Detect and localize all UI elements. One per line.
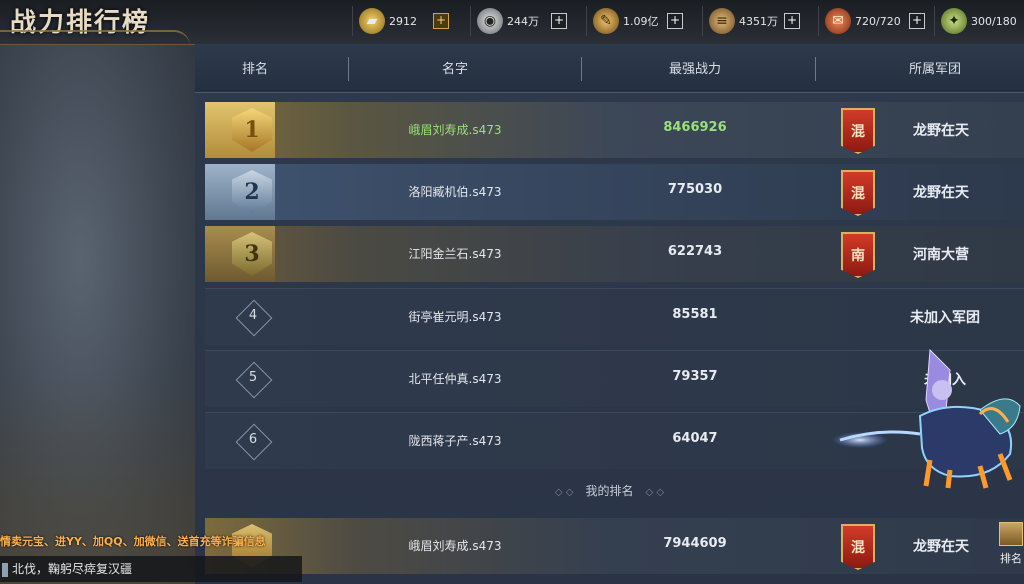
stamina-icon: ✦ — [941, 8, 967, 34]
feather-icon: ✎ — [593, 8, 619, 34]
rank-number: 5 — [248, 370, 258, 385]
legion-banner-icon: 南 — [841, 232, 875, 278]
power-value: 79357 — [672, 369, 718, 384]
player-name: 街亭崔元明.s473 — [408, 310, 502, 324]
column-legion: 所属军团 — [908, 62, 961, 77]
legion-name: 龙野在天 — [913, 123, 969, 139]
rank-number: 6 — [248, 432, 258, 447]
rank-diamond-icon: 4 — [233, 297, 273, 337]
column-divider — [815, 57, 816, 81]
legion-name: 河南大营 — [913, 247, 969, 263]
table-header: 排名 名字 最强战力 所属军团 — [195, 44, 1024, 93]
add-gold-button[interactable]: + — [433, 13, 449, 29]
resource-feather: ✎ 1.09亿 + — [586, 6, 683, 36]
column-divider — [348, 57, 349, 81]
scroll-icon: ✉ — [825, 8, 851, 34]
title-ornament — [0, 30, 190, 46]
column-rank: 排名 — [241, 62, 268, 77]
ranking-side-button[interactable]: 排名 — [998, 522, 1024, 578]
power-value: 64047 — [672, 431, 718, 446]
power-value: 7944609 — [663, 536, 727, 551]
legion-banner-icon: 混 — [841, 170, 875, 216]
add-scroll-button[interactable]: + — [909, 13, 925, 29]
player-name: 峨眉刘寿成.s473 — [408, 539, 502, 553]
coin-icon: ◉ — [477, 8, 503, 34]
chat-bar[interactable]: 北伐，鞠躬尽瘁复汉疆 — [0, 556, 302, 582]
table-row[interactable]: 3 江阳金兰石.s473 622743 南 河南大营 — [205, 226, 1024, 282]
chat-marker-icon — [2, 562, 8, 577]
rank-number: 4 — [248, 308, 258, 323]
table-row[interactable]: 2 洛阳臧机伯.s473 775030 混 龙野在天 — [205, 164, 1024, 220]
trophy-icon — [999, 522, 1023, 546]
add-wood-button[interactable]: + — [784, 13, 800, 29]
rank-diamond-icon: 5 — [233, 359, 273, 399]
player-name: 江阳金兰石.s473 — [408, 247, 502, 261]
power-value: 8466926 — [663, 120, 727, 135]
column-divider — [581, 57, 582, 81]
table-row[interactable]: 1 峨眉刘寿成.s473 8466926 混 龙野在天 — [205, 102, 1024, 158]
resource-scroll: ✉ 720/720 + — [818, 6, 925, 36]
legion-name: 龙野在天 — [913, 185, 969, 201]
my-rank-row[interactable]: 峨眉刘寿成.s473 7944609 混 龙野在天 — [205, 518, 1024, 574]
add-feather-button[interactable]: + — [667, 13, 683, 29]
resource-gold-value: 2912 — [389, 14, 417, 28]
legion-banner-icon: 混 — [841, 524, 875, 570]
resource-coin-value: 244万 — [507, 15, 539, 28]
ranking-side-label: 排名 — [1000, 552, 1022, 565]
resource-coin: ◉ 244万 + — [470, 6, 567, 36]
wood-icon: ≡ — [709, 8, 735, 34]
power-value: 775030 — [667, 182, 723, 197]
resource-wood: ≡ 4351万 + — [702, 6, 800, 36]
gold-ingot-icon: ▰ — [359, 8, 385, 34]
player-name: 峨眉刘寿成.s473 — [408, 123, 502, 137]
legion-name: 未加入军团 — [910, 310, 980, 326]
resource-feather-value: 1.09亿 — [623, 15, 659, 28]
column-name: 名字 — [441, 62, 468, 77]
column-power: 最强战力 — [668, 62, 721, 77]
chat-message: 北伐，鞠躬尽瘁复汉疆 — [12, 562, 133, 576]
player-name: 洛阳臧机伯.s473 — [408, 185, 502, 199]
mount-character-art — [832, 348, 1021, 489]
resource-stamina-value: 300/180 — [971, 14, 1017, 28]
rank-diamond-icon: 6 — [233, 421, 273, 461]
ranking-table: 排名 名字 最强战力 所属军团 1 峨眉刘寿成.s473 8466926 混 龙… — [195, 44, 1024, 584]
legion-name: 龙野在天 — [913, 539, 969, 555]
add-coin-button[interactable]: + — [551, 13, 567, 29]
resource-scroll-value: 720/720 — [855, 14, 901, 28]
player-name: 陇西蒋子产.s473 — [408, 434, 502, 448]
resource-gold: ▰ 2912 + — [352, 6, 449, 36]
player-name: 北平任仲真.s473 — [408, 372, 502, 386]
background-rocks — [0, 44, 200, 584]
power-value: 85581 — [672, 307, 718, 322]
resource-stamina: ✦ 300/180 — [934, 6, 1017, 36]
resource-wood-value: 4351万 — [739, 15, 778, 28]
scroll-warning-text: 情卖元宝、进YY、加QQ、加微信、送首充等诈骗信息 — [0, 535, 266, 548]
power-value: 622743 — [667, 244, 723, 259]
legion-banner-icon: 混 — [841, 108, 875, 154]
top-bar: 战力排行榜 ▰ 2912 + ◉ 244万 + ✎ 1.09亿 + ≡ 4351… — [0, 0, 1024, 45]
